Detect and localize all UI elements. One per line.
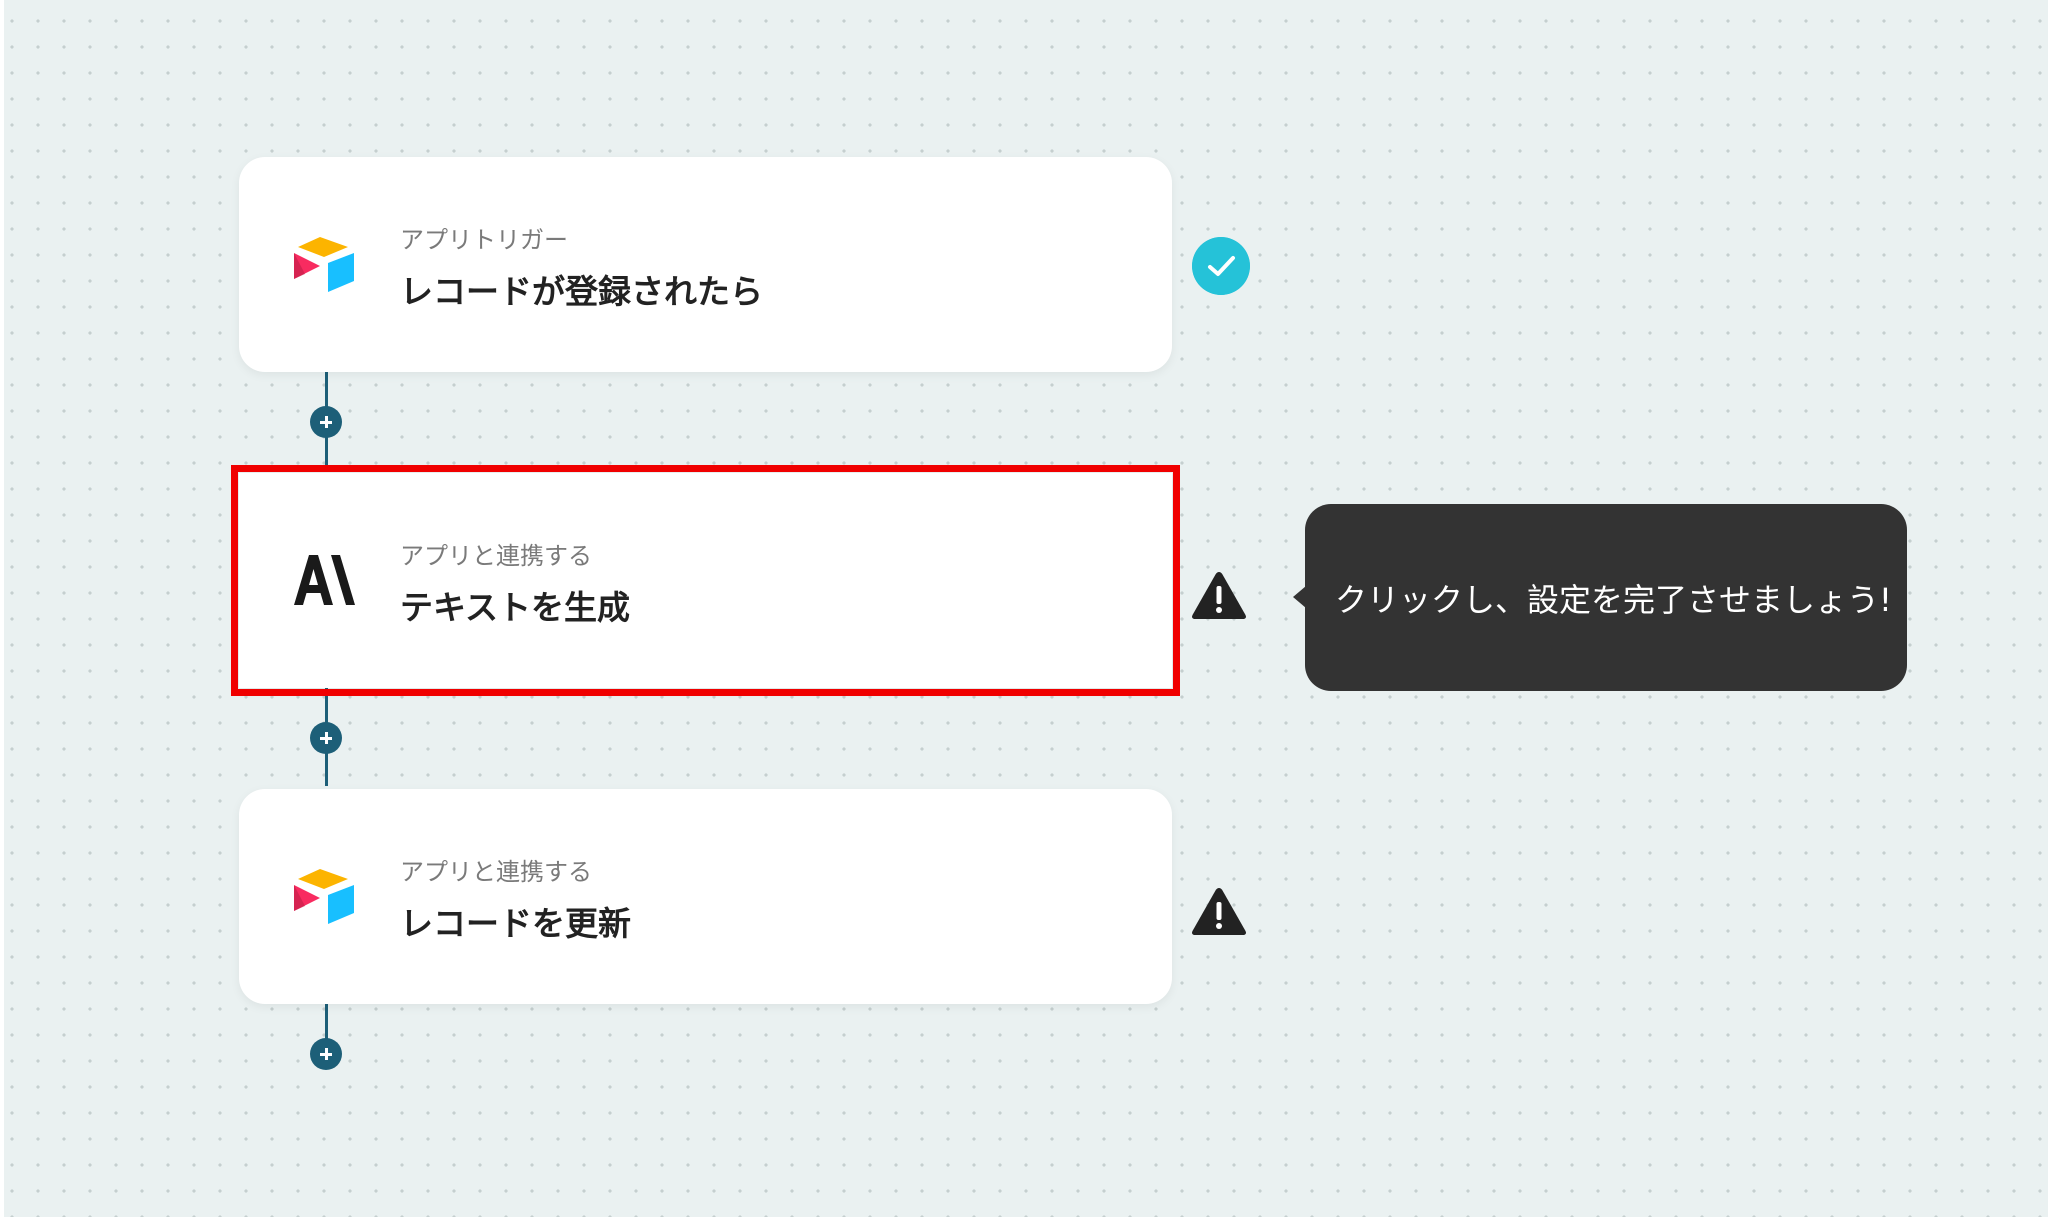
step-title: レコードが登録されたら [400,272,763,311]
add-step-button[interactable] [310,722,342,754]
step-type-label: アプリと連携する [400,858,592,886]
step-title: レコードを更新 [400,904,631,943]
step-type-label: アプリと連携する [400,542,592,570]
flow-step-card-generate-text[interactable]: アプリと連携する テキストを生成 [231,465,1180,696]
step-title: テキストを生成 [400,588,631,627]
warning-icon[interactable] [1190,569,1248,621]
airtable-logo-icon [294,237,354,292]
add-step-button[interactable] [310,406,342,438]
tooltip-text: クリックし、設定を完了させましょう! [1335,580,1892,619]
add-step-button[interactable] [310,1038,342,1070]
flow-step-card-update-record[interactable]: アプリと連携する レコードを更新 [239,789,1172,1004]
flow-canvas: アプリトリガー レコードが登録されたら アプリと連携する テキストを生成 アプリ… [4,0,2048,1217]
flow-step-card-trigger[interactable]: アプリトリガー レコードが登録されたら [239,157,1172,372]
step-type-label: アプリトリガー [400,226,568,254]
check-icon [1192,237,1250,295]
anthropic-logo-icon [294,555,355,605]
warning-icon[interactable] [1190,885,1248,937]
airtable-logo-icon [294,869,354,924]
tooltip: クリックし、設定を完了させましょう! [1293,504,1907,691]
